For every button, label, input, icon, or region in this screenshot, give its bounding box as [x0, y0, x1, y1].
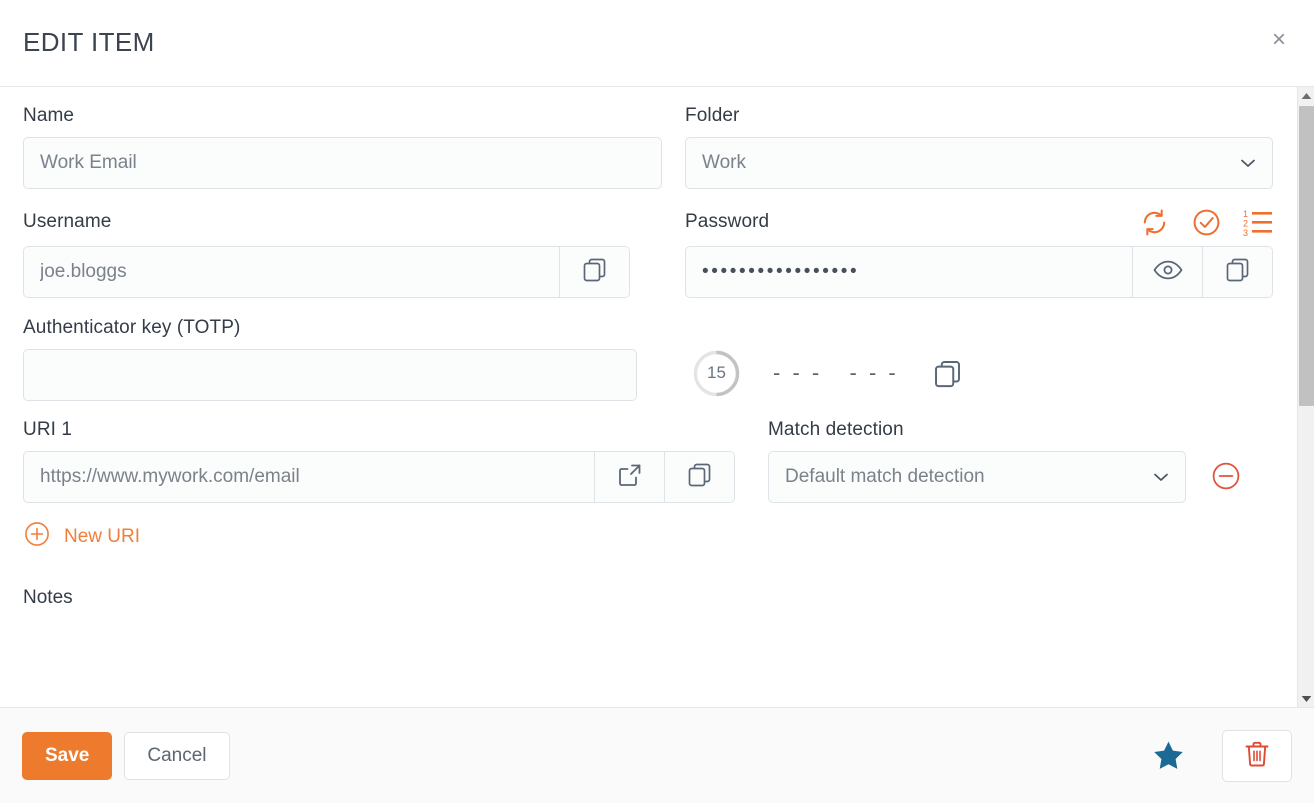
cancel-button[interactable]: Cancel [124, 731, 230, 780]
totp-countdown-ring: 15 [693, 350, 740, 397]
name-label: Name [23, 105, 75, 126]
field-username: Username [23, 208, 662, 298]
vertical-scrollbar[interactable] [1297, 87, 1314, 707]
toggle-password-visibility-button[interactable] [1132, 247, 1202, 297]
svg-text:3: 3 [1243, 228, 1248, 236]
password-label: Password [685, 211, 770, 232]
scroll-up-icon[interactable] [1298, 87, 1314, 104]
delete-button[interactable] [1222, 729, 1292, 782]
row-name-folder: Name Folder Work [23, 105, 1273, 189]
match-detection-value: Default match detection [785, 466, 985, 487]
page-title: EDIT ITEM [23, 27, 155, 57]
row-totp: Authenticator key (TOTP) 15 - - - - - - [23, 317, 1273, 401]
password-history-icon[interactable]: 1 2 3 [1243, 208, 1273, 236]
name-input[interactable] [24, 138, 661, 188]
username-input[interactable] [24, 247, 559, 297]
totp-code-value: - - - - - - [773, 360, 899, 385]
folder-select[interactable]: Work [685, 137, 1273, 189]
chevron-down-icon [1151, 467, 1185, 487]
password-input[interactable]: ••••••••••••••••• [686, 247, 1132, 297]
name-input-group [23, 137, 662, 189]
folder-select-value: Work [702, 152, 746, 173]
favorite-button[interactable] [1152, 740, 1185, 772]
edit-item-modal: EDIT ITEM × Name Folder Work [0, 0, 1314, 803]
totp-display: 15 - - - - - - [662, 317, 1273, 401]
modal-footer: Save Cancel [0, 707, 1314, 803]
trash-icon [1242, 739, 1272, 772]
field-name: Name [23, 105, 662, 189]
copy-uri-button[interactable] [664, 452, 734, 502]
copy-password-button[interactable] [1202, 247, 1272, 297]
copy-icon [581, 256, 608, 288]
uri-input[interactable] [24, 452, 594, 502]
username-input-group [23, 246, 630, 298]
form-scroll-area: Name Folder Work [0, 87, 1297, 707]
svg-text:1: 1 [1243, 209, 1248, 219]
row-uri: URI 1 https://www.mywork.com/email Match… [23, 419, 1273, 503]
username-label: Username [23, 211, 112, 232]
totp-countdown-value: 15 [707, 363, 726, 382]
copy-icon [686, 461, 713, 493]
notes-label: Notes [23, 587, 73, 608]
check-password-icon[interactable] [1191, 207, 1222, 238]
folder-label: Folder [685, 105, 740, 126]
new-uri-button[interactable]: New URI [23, 520, 140, 554]
uri-input-group [23, 451, 735, 503]
password-label-row: Password 1 2 3 [685, 208, 1273, 236]
scroll-down-icon[interactable] [1298, 690, 1314, 707]
match-detection-wrap: Match detection Default match detection [768, 419, 1186, 503]
totp-label: Authenticator key (TOTP) [23, 317, 241, 338]
svg-text:2: 2 [1243, 219, 1248, 229]
modal-header: EDIT ITEM × [0, 0, 1314, 87]
copy-totp-button[interactable] [932, 358, 963, 389]
row-username-password: Username joe.bloggs Password 1 2 3 •••••… [23, 208, 1273, 298]
totp-input-group [23, 349, 637, 401]
new-uri-label: New URI [64, 526, 141, 547]
match-detection-label: Match detection [768, 419, 904, 440]
field-folder: Folder Work [662, 105, 1273, 189]
field-uri: URI 1 [23, 419, 768, 503]
chevron-down-icon [1238, 153, 1272, 173]
password-input-group: ••••••••••••••••• [685, 246, 1273, 298]
username-label-row: Username [23, 208, 662, 236]
launch-icon [616, 461, 644, 494]
copy-icon [932, 358, 963, 389]
modal-body: Name Folder Work [0, 87, 1314, 707]
eye-icon [1152, 259, 1184, 286]
field-match-detection: Match detection Default match detection [768, 419, 1273, 503]
scrollbar-thumb[interactable] [1299, 106, 1314, 406]
launch-uri-button[interactable] [594, 452, 664, 502]
star-icon [1152, 741, 1185, 775]
totp-code-row: 15 - - - - - - [685, 346, 1273, 398]
match-detection-select[interactable]: Default match detection [768, 451, 1186, 503]
minus-circle-icon [1210, 462, 1242, 495]
copy-username-button[interactable] [559, 247, 629, 297]
totp-spacer [685, 317, 1273, 346]
uri-label: URI 1 [23, 419, 73, 440]
field-totp: Authenticator key (TOTP) [23, 317, 662, 401]
plus-circle-icon [23, 520, 51, 554]
save-button[interactable]: Save [22, 731, 113, 780]
remove-uri-button[interactable] [1210, 460, 1242, 492]
field-password: Password 1 2 3 ••••••••••••••••• [662, 208, 1273, 298]
password-actions: 1 2 3 [1139, 207, 1273, 238]
totp-input[interactable] [24, 350, 636, 400]
close-icon[interactable]: × [1266, 27, 1292, 53]
copy-icon [1224, 256, 1251, 288]
generate-password-icon[interactable] [1139, 207, 1170, 238]
